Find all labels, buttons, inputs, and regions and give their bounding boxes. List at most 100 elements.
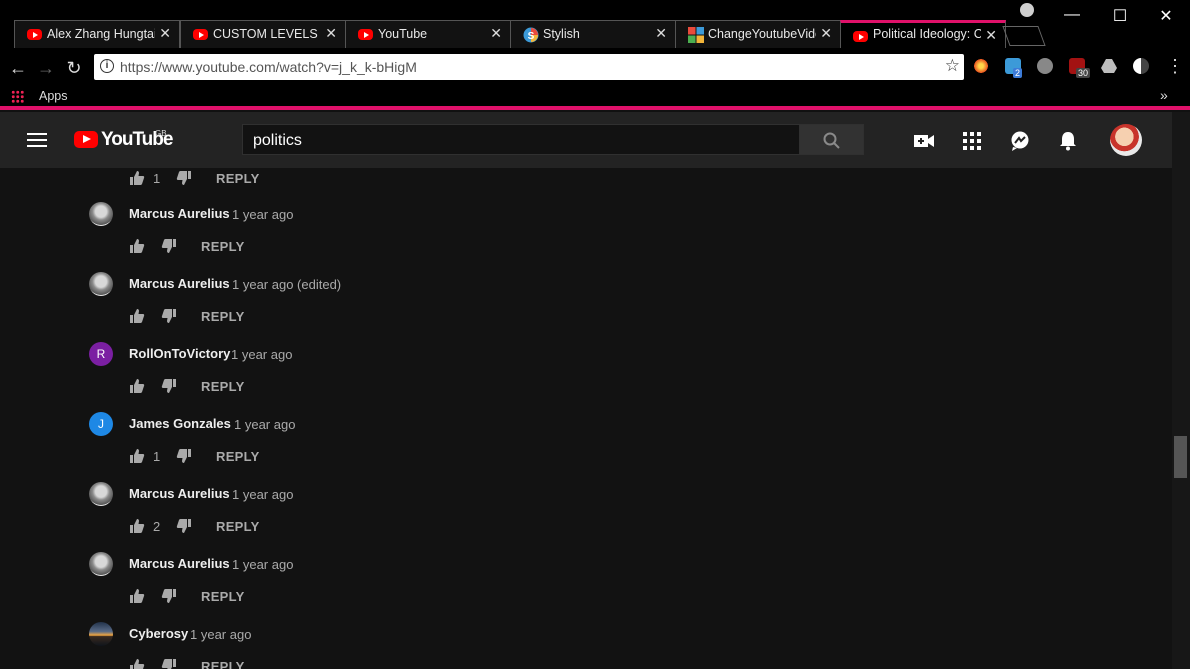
thumbs-down-icon[interactable] xyxy=(161,308,177,324)
commenter-avatar[interactable]: R xyxy=(89,342,113,366)
browser-menu-icon[interactable]: ⋮ xyxy=(1166,56,1184,77)
comment-timestamp[interactable]: 1 year ago xyxy=(232,487,293,502)
browser-tab-active[interactable]: Political Ideology: C ✕ xyxy=(840,20,1006,48)
window-close-icon[interactable]: ✕ xyxy=(1156,6,1176,26)
thumbs-down-icon[interactable] xyxy=(176,518,192,534)
reply-button[interactable]: REPLY xyxy=(201,379,245,394)
thumbs-down-icon[interactable] xyxy=(161,378,177,394)
comment-timestamp[interactable]: 1 year ago xyxy=(234,417,295,432)
comment-timestamp[interactable]: 1 year ago xyxy=(190,627,251,642)
browser-tab[interactable]: CUSTOM LEVELS IN ✕ xyxy=(180,20,346,48)
browser-tab[interactable]: S Stylish ✕ xyxy=(510,20,676,48)
youtube-icon xyxy=(358,27,374,43)
like-count: 1 xyxy=(153,449,161,464)
close-icon[interactable]: ✕ xyxy=(490,25,502,42)
minimize-icon[interactable]: — xyxy=(1062,6,1082,24)
thumbs-down-icon[interactable] xyxy=(161,238,177,254)
comment-partial: 1 REPLY xyxy=(0,168,1172,204)
comment-item: Marcus Aurelius 1 year ago REPLY xyxy=(0,552,1172,622)
youtube-icon xyxy=(193,27,209,43)
commenter-avatar[interactable] xyxy=(89,622,113,646)
bookmarks-overflow-icon[interactable]: » xyxy=(1160,87,1168,103)
reply-button[interactable]: REPLY xyxy=(216,171,260,186)
scrollbar-thumb[interactable] xyxy=(1174,436,1187,478)
comment-author[interactable]: RollOnToVictory xyxy=(129,346,230,361)
thumbs-up-icon[interactable] xyxy=(129,518,145,534)
comment-author[interactable]: James Gonzales xyxy=(129,416,231,431)
profile-icon[interactable] xyxy=(1020,3,1034,17)
close-icon[interactable]: ✕ xyxy=(820,25,832,42)
user-avatar[interactable] xyxy=(1110,124,1142,156)
apps-bookmark[interactable]: Apps xyxy=(39,89,68,103)
notifications-bell-icon[interactable] xyxy=(1057,130,1079,152)
scrollbar-track[interactable] xyxy=(1172,112,1190,669)
back-arrow-icon[interactable]: ← xyxy=(8,58,28,79)
youtube-logo-icon[interactable] xyxy=(74,131,98,148)
bookmark-star-icon[interactable]: ☆ xyxy=(945,56,960,76)
svg-text:S: S xyxy=(528,31,535,42)
thumbs-down-icon[interactable] xyxy=(176,170,192,186)
close-icon[interactable]: ✕ xyxy=(985,27,997,44)
thumbs-up-icon[interactable] xyxy=(129,588,145,604)
thumbs-up-icon[interactable] xyxy=(129,308,145,324)
address-bar[interactable]: i https://www.youtube.com/watch?v=j_k_k-… xyxy=(94,54,964,80)
comment-author[interactable]: Marcus Aurelius xyxy=(129,206,230,221)
new-tab-button[interactable] xyxy=(1002,26,1046,46)
reply-button[interactable]: REPLY xyxy=(201,309,245,324)
maximize-icon[interactable]: ☐ xyxy=(1110,6,1130,26)
create-video-icon[interactable] xyxy=(913,130,935,152)
apps-icon[interactable] xyxy=(961,130,983,152)
reply-button[interactable]: REPLY xyxy=(216,519,260,534)
extension-icon xyxy=(688,27,704,43)
reply-button[interactable]: REPLY xyxy=(201,659,245,669)
thumbs-down-icon[interactable] xyxy=(161,658,177,669)
comment-timestamp[interactable]: 1 year ago xyxy=(231,347,292,362)
comment-item: Marcus Aurelius 1 year ago REPLY xyxy=(0,202,1172,272)
fire-extension-icon[interactable] xyxy=(973,58,989,74)
thumbs-up-icon[interactable] xyxy=(129,238,145,254)
browser-tab[interactable]: ChangeYoutubeVide ✕ xyxy=(675,20,841,48)
browser-tab[interactable]: YouTube ✕ xyxy=(345,20,511,48)
tab-title: Stylish xyxy=(543,27,580,41)
thumbs-up-icon[interactable] xyxy=(129,170,145,186)
thumbs-up-icon[interactable] xyxy=(129,378,145,394)
reply-button[interactable]: REPLY xyxy=(216,449,260,464)
comment-author[interactable]: Cyberosy xyxy=(129,626,188,641)
dark-mode-extension-icon[interactable] xyxy=(1133,58,1149,74)
reload-icon[interactable]: ↻ xyxy=(64,58,84,79)
youtube-icon xyxy=(853,29,869,45)
reply-button[interactable]: REPLY xyxy=(201,239,245,254)
reply-button[interactable]: REPLY xyxy=(201,589,245,604)
comment-timestamp[interactable]: 1 year ago xyxy=(232,557,293,572)
thumbs-down-icon[interactable] xyxy=(176,448,192,464)
m-extension-icon[interactable] xyxy=(1037,58,1053,74)
commenter-avatar[interactable] xyxy=(89,202,113,226)
forward-arrow-icon[interactable]: → xyxy=(36,58,56,79)
search-input[interactable] xyxy=(251,129,795,153)
thumbs-up-icon[interactable] xyxy=(129,658,145,669)
commenter-avatar[interactable] xyxy=(89,552,113,576)
comment-author[interactable]: Marcus Aurelius xyxy=(129,486,230,501)
close-icon[interactable]: ✕ xyxy=(159,25,171,42)
close-icon[interactable]: ✕ xyxy=(655,25,667,42)
commenter-avatar[interactable] xyxy=(89,482,113,506)
apps-grid-icon[interactable] xyxy=(11,90,24,103)
close-icon[interactable]: ✕ xyxy=(325,25,337,42)
like-count: 2 xyxy=(153,519,161,534)
stylish-icon: S xyxy=(523,27,539,43)
url-text[interactable]: https://www.youtube.com/watch?v=j_k_k-bH… xyxy=(120,59,417,75)
browser-tab[interactable]: Alex Zhang Hungtai ✕ xyxy=(14,20,180,48)
drive-extension-icon[interactable] xyxy=(1101,58,1117,74)
messages-icon[interactable] xyxy=(1009,130,1031,152)
comment-author[interactable]: Marcus Aurelius xyxy=(129,276,230,291)
site-info-icon[interactable]: i xyxy=(100,59,114,73)
commenter-avatar[interactable]: J xyxy=(89,412,113,436)
comment-author[interactable]: Marcus Aurelius xyxy=(129,556,230,571)
comment-timestamp[interactable]: 1 year ago (edited) xyxy=(232,277,341,292)
thumbs-down-icon[interactable] xyxy=(161,588,177,604)
search-button[interactable] xyxy=(799,124,864,155)
commenter-avatar[interactable] xyxy=(89,272,113,296)
hamburger-menu-icon[interactable] xyxy=(27,133,47,147)
thumbs-up-icon[interactable] xyxy=(129,448,145,464)
comment-timestamp[interactable]: 1 year ago xyxy=(232,207,293,222)
